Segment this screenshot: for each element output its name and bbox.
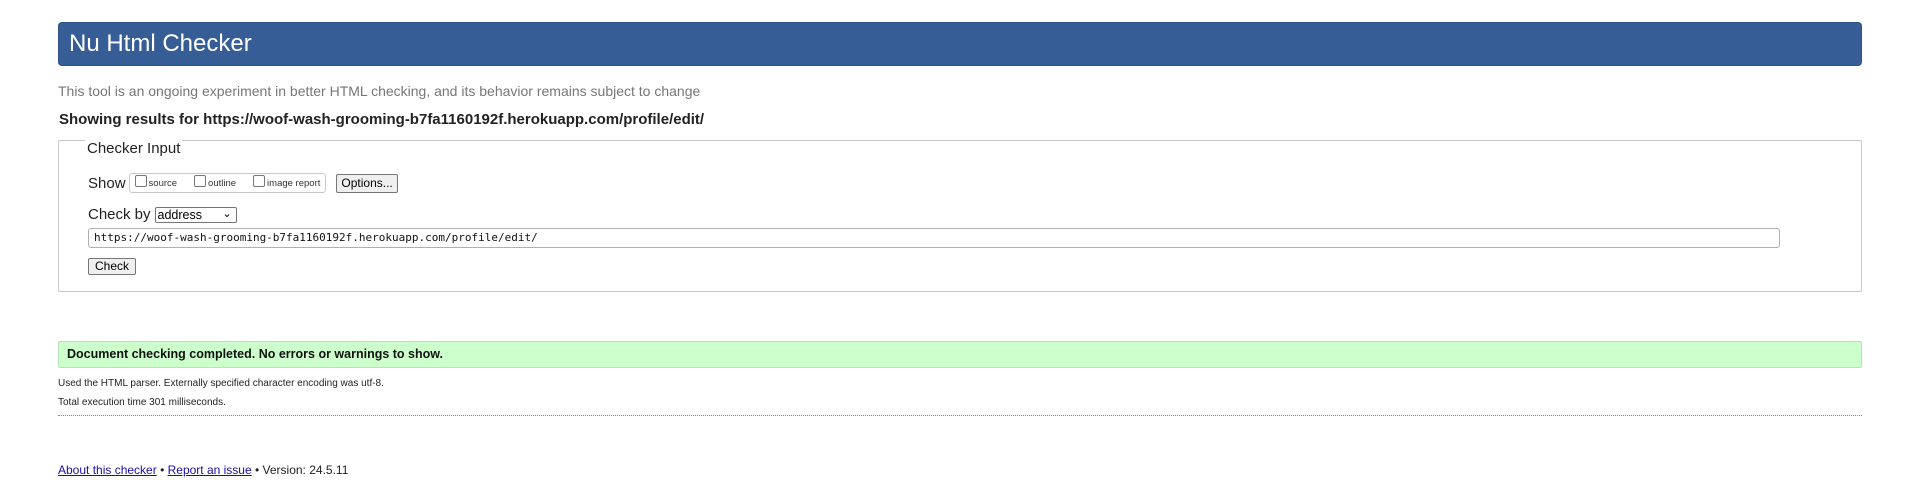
page-title: Nu Html Checker xyxy=(69,30,252,57)
outline-label[interactable]: outline xyxy=(208,178,236,189)
app-header: Nu Html Checker xyxy=(58,22,1862,66)
show-source-option[interactable]: source xyxy=(132,175,178,191)
report-issue-link[interactable]: Report an issue xyxy=(168,463,252,477)
check-button[interactable]: Check xyxy=(88,258,137,275)
execution-time: Total execution time 301 milliseconds. xyxy=(58,397,226,408)
tool-description: This tool is an ongoing experiment in be… xyxy=(58,83,701,99)
show-image-report-option[interactable]: image report xyxy=(250,175,320,191)
source-label[interactable]: source xyxy=(149,178,178,189)
check-by-selected-value[interactable]: address xyxy=(158,208,202,222)
check-by-select[interactable]: address ⌄ xyxy=(154,206,237,223)
results-heading: Showing results for https://woof-wash-gr… xyxy=(59,111,705,128)
image-report-label[interactable]: image report xyxy=(267,178,320,189)
details-divider xyxy=(58,415,1862,416)
show-outline-option[interactable]: outline xyxy=(191,175,236,191)
checker-input-legend: Checker Input xyxy=(85,140,183,157)
checker-input-fieldset xyxy=(58,140,1862,292)
show-label: Show xyxy=(88,174,126,192)
options-button[interactable]: Options... xyxy=(336,173,398,193)
show-options-row: Show source outline image report Options… xyxy=(88,173,398,193)
version-text: • Version: 24.5.11 xyxy=(255,463,349,477)
image-report-checkbox[interactable] xyxy=(253,175,266,187)
source-checkbox[interactable] xyxy=(134,175,147,187)
success-message: Document checking completed. No errors o… xyxy=(58,341,1862,368)
check-by-label: Check by xyxy=(88,206,151,223)
outline-checkbox[interactable] xyxy=(194,175,207,187)
about-checker-link[interactable]: About this checker xyxy=(58,463,157,477)
parser-info: Used the HTML parser. Externally specifi… xyxy=(58,378,384,389)
chevron-down-icon[interactable]: ⌄ xyxy=(222,207,231,221)
show-options-group: source outline image report xyxy=(128,173,327,193)
check-by-row: Check by address ⌄ xyxy=(88,206,237,223)
footer-separator: • xyxy=(160,463,165,477)
url-input[interactable]: https://woof-wash-grooming-b7fa1160192f.… xyxy=(88,228,1780,248)
footer: About this checker • Report an issue • V… xyxy=(58,463,348,477)
